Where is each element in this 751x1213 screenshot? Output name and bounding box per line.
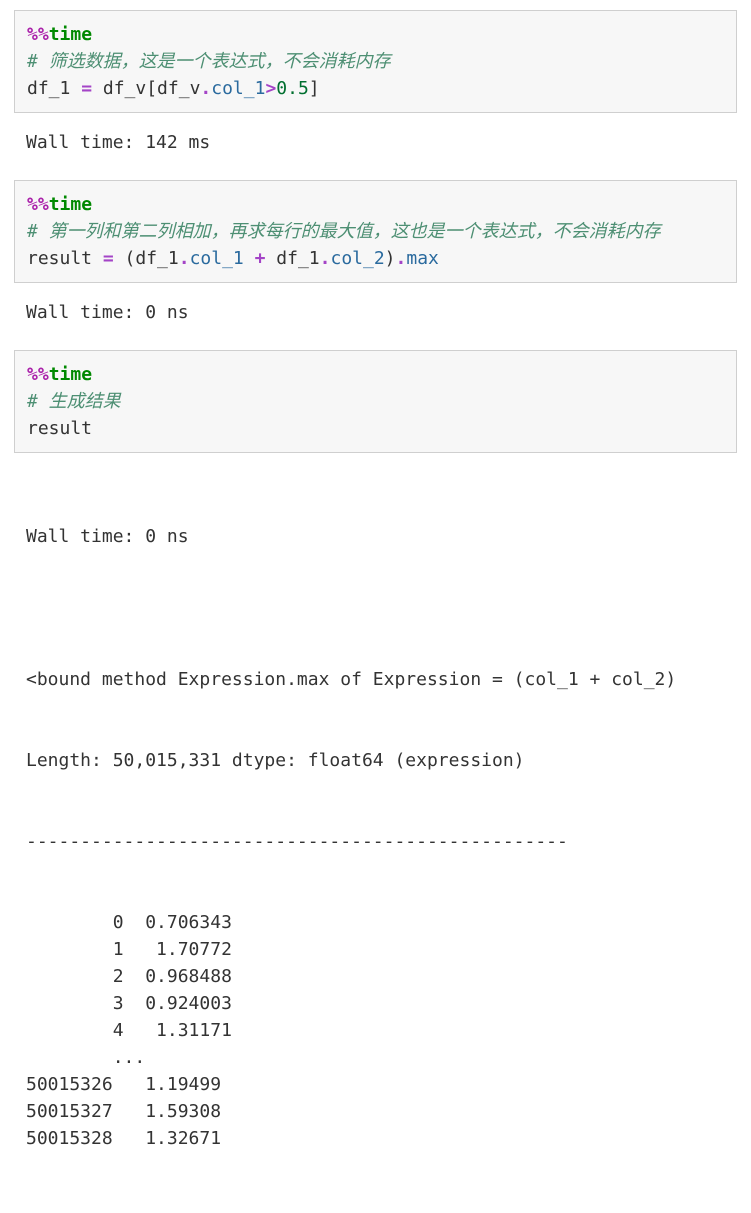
comment-line: # 筛选数据，这是一个表达式，不会消耗内存 <box>27 48 724 75</box>
magic-pct: %% <box>27 24 49 45</box>
output-row: 50015327 1.59308 <box>26 1098 725 1125</box>
output-row: 50015328 1.32671 <box>26 1125 725 1152</box>
code-cell-3-input: %%time # 生成结果 result <box>14 350 737 453</box>
output-row: 2 0.968488 <box>26 963 725 990</box>
output-row: 3 0.924003 <box>26 990 725 1017</box>
output-row: 0 0.706343 <box>26 909 725 936</box>
output-row: 4 1.31171 <box>26 1017 725 1044</box>
code-cell-2-input: %%time # 第一列和第二列相加，再求每行的最大值，这也是一个表达式，不会消… <box>14 180 737 283</box>
output-row: ... <box>26 1044 725 1071</box>
code-cell-3-output: Wall time: 0 ns <bound method Expression… <box>14 465 737 1195</box>
code-line: result = (df_1.col_1 + df_1.col_2).max <box>27 245 724 272</box>
code-cell-1-output: Wall time: 142 ms <box>14 125 737 172</box>
wall-time: Wall time: 0 ns <box>26 523 725 550</box>
comment-line: # 生成结果 <box>27 388 724 415</box>
output-row: 1 1.70772 <box>26 936 725 963</box>
output-line: Length: 50,015,331 dtype: float64 (expre… <box>26 747 725 774</box>
code-cell-1-input: %%time # 筛选数据，这是一个表达式，不会消耗内存 df_1 = df_v… <box>14 10 737 113</box>
magic-line: %%time <box>27 21 724 48</box>
magic-cmd: time <box>49 24 92 45</box>
output-row: 50015326 1.19499 <box>26 1071 725 1098</box>
code-line: result <box>27 415 724 442</box>
code-line: df_1 = df_v[df_v.col_1>0.5] <box>27 75 724 102</box>
magic-line: %%time <box>27 361 724 388</box>
code-cell-2-output: Wall time: 0 ns <box>14 295 737 342</box>
magic-line: %%time <box>27 191 724 218</box>
output-line: <bound method Expression.max of Expressi… <box>26 666 725 693</box>
output-divider: ----------------------------------------… <box>26 828 725 855</box>
output-rows: 0 0.706343 1 1.70772 2 0.968488 3 0.9240… <box>26 909 725 1152</box>
comment-line: # 第一列和第二列相加，再求每行的最大值，这也是一个表达式，不会消耗内存 <box>27 218 724 245</box>
